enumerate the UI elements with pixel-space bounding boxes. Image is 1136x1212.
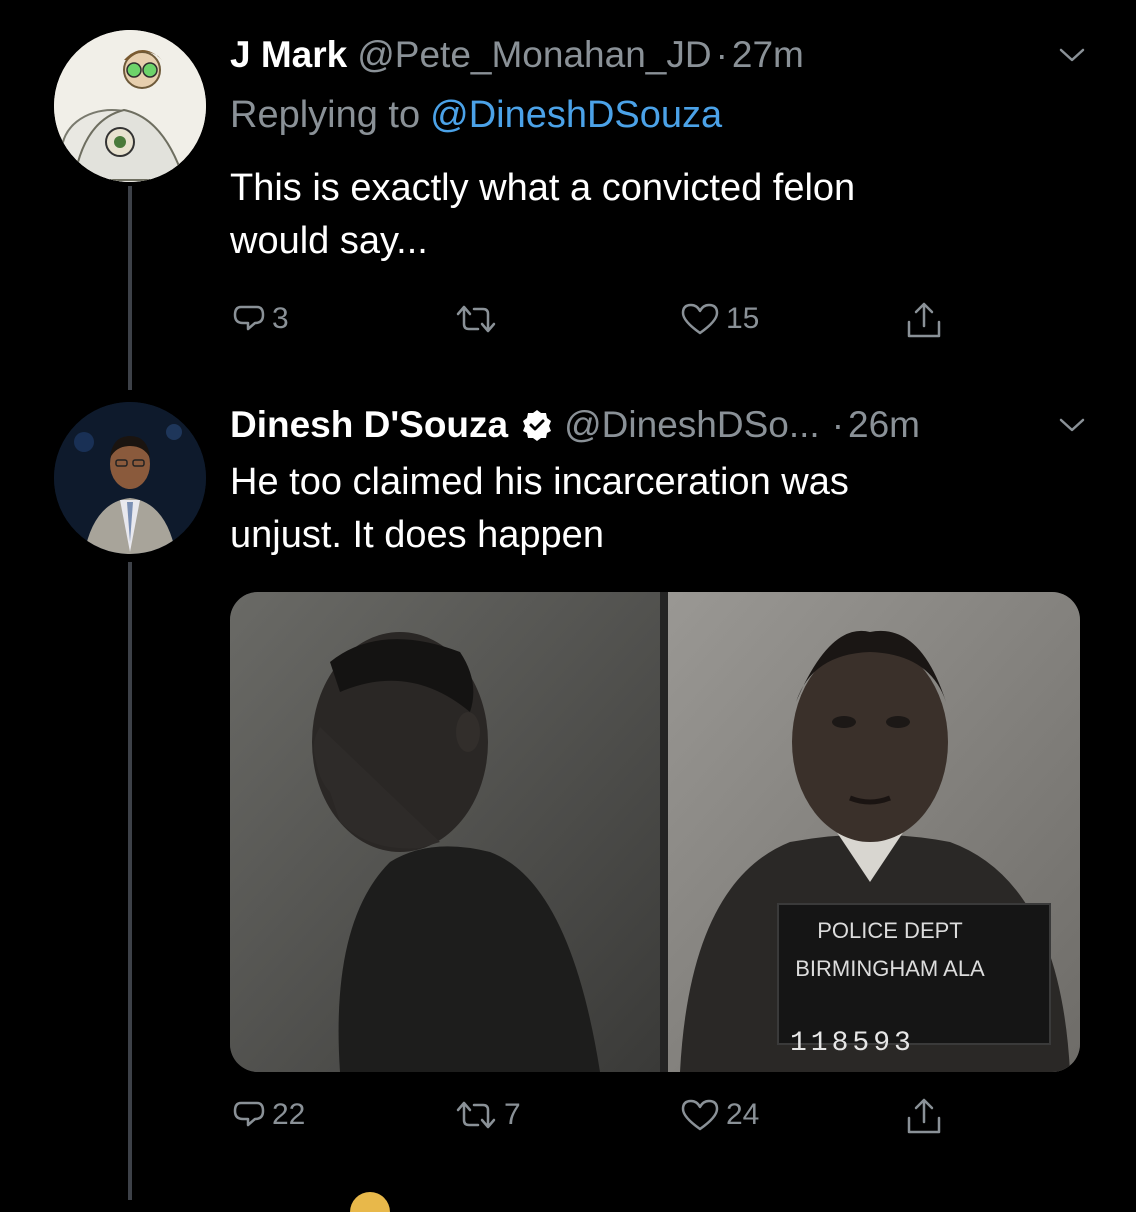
retweet-count: 7 <box>504 1098 521 1131</box>
tweet-2-header: Dinesh D'Souza @DineshDSo... · 26m <box>230 404 920 446</box>
replying-to: Replying to @DineshDSouza <box>230 94 722 137</box>
chevron-down-icon[interactable] <box>1058 46 1086 64</box>
author-handle[interactable]: @Pete_Monahan_JD <box>357 34 711 76</box>
next-tweet-avatar-partial[interactable] <box>350 1192 390 1212</box>
placard-number: 118593 <box>790 1028 915 1059</box>
like-button[interactable]: 15 <box>680 302 759 336</box>
reply-button[interactable]: 22 <box>232 1098 305 1132</box>
placard-line-1: POLICE DEPT <box>817 918 962 943</box>
retweet-button[interactable] <box>454 302 504 336</box>
retweet-icon <box>456 1101 496 1129</box>
author-handle[interactable]: @DineshDSo... <box>564 404 820 446</box>
reply-icon <box>233 305 265 331</box>
tweet-text-line: would say... <box>230 220 428 262</box>
replying-label: Replying to <box>230 94 421 136</box>
thread-line-top <box>128 186 132 390</box>
retweet-icon <box>456 305 496 333</box>
retweet-button[interactable]: 7 <box>454 1098 521 1132</box>
avatar-photo <box>54 402 206 554</box>
share-button[interactable] <box>904 1096 944 1136</box>
like-icon <box>681 1099 719 1131</box>
author-name[interactable]: J Mark <box>230 34 347 76</box>
avatar-jmark[interactable] <box>54 30 206 182</box>
chevron-down-icon[interactable] <box>1058 416 1086 434</box>
tweet-2-text: He too claimed his incarceration was unj… <box>230 456 1050 562</box>
reply-count: 22 <box>272 1098 306 1131</box>
reply-button[interactable]: 3 <box>232 302 289 336</box>
tweet-1-text: This is exactly what a convicted felon w… <box>230 162 1050 268</box>
author-name[interactable]: Dinesh D'Souza <box>230 404 508 446</box>
share-button[interactable] <box>904 300 944 340</box>
timestamp[interactable]: 26m <box>848 404 920 446</box>
like-icon <box>681 303 719 335</box>
thread-line-bottom <box>128 562 132 1200</box>
like-count: 15 <box>726 302 760 335</box>
timestamp[interactable]: 27m <box>732 34 804 76</box>
separator-dot: · <box>831 404 845 445</box>
avatar-dinesh[interactable] <box>54 402 206 554</box>
tweet-text-line: unjust. It does happen <box>230 514 604 556</box>
avatar-illustration <box>54 30 206 182</box>
tweet-text-line: This is exactly what a convicted felon <box>230 167 856 209</box>
tweet-1-header: J Mark @Pete_Monahan_JD · 27m <box>230 34 804 76</box>
reply-count: 3 <box>272 302 289 335</box>
separator-dot: · <box>715 34 728 75</box>
reply-icon <box>233 1101 265 1127</box>
placard-line-2: BIRMINGHAM ALA <box>795 956 985 981</box>
tweet-text-line: He too claimed his incarceration was <box>230 461 849 503</box>
mugshot-photo: POLICE DEPT BIRMINGHAM ALA 118593 <box>230 592 1080 1072</box>
share-icon <box>907 302 941 338</box>
like-button[interactable]: 24 <box>680 1098 759 1132</box>
like-count: 24 <box>726 1098 760 1131</box>
replying-handle-link[interactable]: @DineshDSouza <box>430 94 722 137</box>
tweet-media-image[interactable]: POLICE DEPT BIRMINGHAM ALA 118593 <box>230 592 1080 1072</box>
share-icon <box>907 1098 941 1134</box>
verified-badge-icon <box>523 410 552 441</box>
